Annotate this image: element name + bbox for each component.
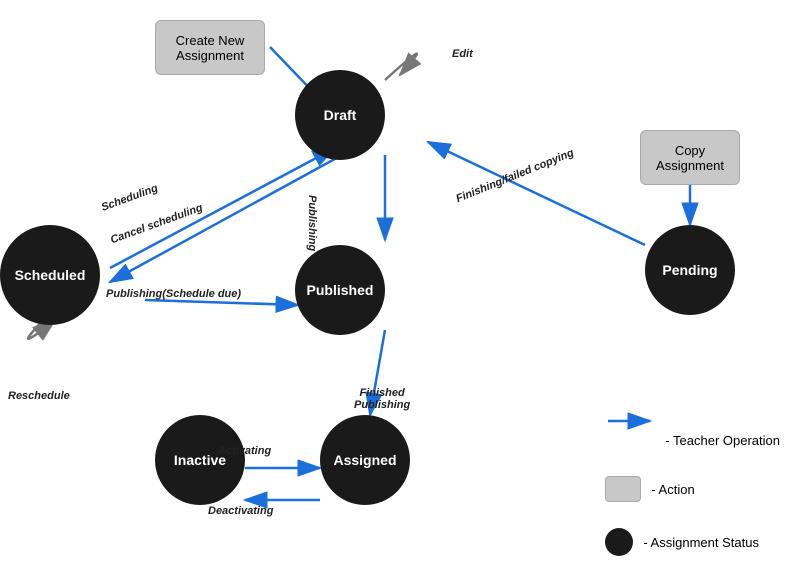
label-edit: Edit <box>452 48 473 60</box>
state-inactive: Inactive <box>155 415 245 505</box>
state-assigned: Assigned <box>320 415 410 505</box>
legend-teacher-op: - Teacher Operation <box>605 430 780 450</box>
legend-status-label: - Assignment Status <box>643 535 759 550</box>
legend-teacher-label: - Teacher Operation <box>665 433 780 448</box>
legend-action-box <box>605 476 641 502</box>
action-create-assignment[interactable]: Create New Assignment <box>155 20 265 75</box>
state-draft: Draft <box>295 70 385 160</box>
label-reschedule: Reschedule <box>8 390 70 402</box>
label-scheduling: Scheduling <box>100 182 160 214</box>
label-deactivating: Deactivating <box>208 505 273 517</box>
legend-arrow-teacher <box>605 430 655 450</box>
legend: - Teacher Operation - Action - Assignmen… <box>605 430 780 556</box>
label-activating: Activating <box>218 445 271 457</box>
state-published: Published <box>295 245 385 335</box>
label-finished-publishing: Finished Publishing <box>354 375 410 411</box>
legend-action: - Action <box>605 476 780 502</box>
state-scheduled: Scheduled <box>0 225 100 325</box>
label-cancel-scheduling: Cancel scheduling <box>109 202 204 247</box>
label-finishing-failed: Finishing/failed copying <box>454 147 575 205</box>
action-copy-assignment[interactable]: Copy Assignment <box>640 130 740 185</box>
label-publishing-schedule: Publishing(Schedule due) <box>106 288 241 300</box>
label-publishing: Publishing <box>306 195 318 251</box>
state-pending: Pending <box>645 225 735 315</box>
legend-action-label: - Action <box>651 482 694 497</box>
legend-status: - Assignment Status <box>605 528 780 556</box>
diagram-container: Draft Scheduled Published Assigned Inact… <box>0 0 800 586</box>
legend-status-circle <box>605 528 633 556</box>
